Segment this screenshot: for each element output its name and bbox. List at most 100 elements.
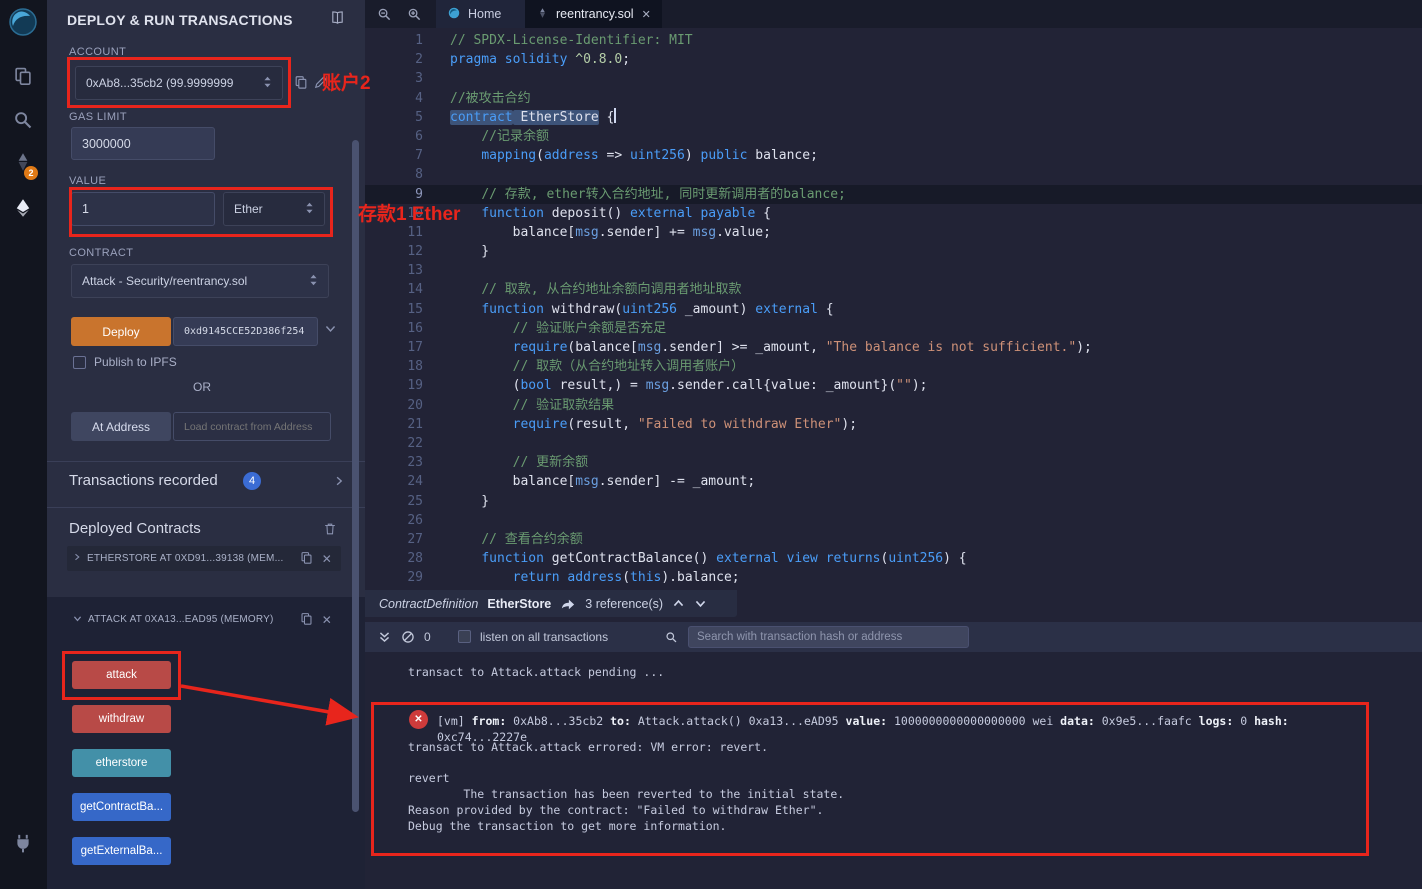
- file-explorer-icon[interactable]: [13, 66, 35, 88]
- chevron-down-icon[interactable]: [73, 614, 82, 626]
- code-token: deposit(): [543, 205, 631, 221]
- line-number: 22: [407, 435, 423, 451]
- code-token: address: [567, 570, 623, 586]
- publish-ipfs-checkbox[interactable]: [73, 356, 86, 369]
- code-token: external: [716, 551, 779, 567]
- deployed-attack-row[interactable]: ATTACK AT 0XA13...EAD95 (MEMORY) ✕: [67, 607, 341, 632]
- error-icon[interactable]: ✕: [409, 710, 428, 729]
- expand-terminal-icon[interactable]: [378, 622, 391, 652]
- divider: [47, 507, 365, 508]
- code-token: ;: [622, 52, 631, 68]
- chevron-right-icon[interactable]: [333, 474, 345, 492]
- code-token: "The balance is not sufficient.": [825, 340, 1077, 355]
- attack-function-button[interactable]: attack: [72, 661, 171, 689]
- code-token: // 存款, ether转入合约地址, 同时更新调用者的balance;: [481, 186, 846, 202]
- trash-icon[interactable]: [323, 522, 337, 541]
- tab-reentrancy-sol[interactable]: reentrancy.sol ✕: [525, 0, 662, 28]
- at-address-button[interactable]: At Address: [71, 412, 171, 441]
- chevron-up-icon[interactable]: [672, 597, 685, 610]
- value-input[interactable]: [71, 192, 215, 226]
- deploy-address-input[interactable]: [173, 317, 318, 346]
- chevron-down-icon[interactable]: [324, 322, 337, 340]
- etherstore-function-button[interactable]: etherstore: [72, 749, 171, 777]
- code-token: result,) =: [551, 378, 646, 394]
- chevron-right-icon[interactable]: [73, 553, 81, 564]
- close-icon[interactable]: ✕: [322, 552, 332, 566]
- plugin-manager-icon[interactable]: [13, 833, 35, 855]
- editor-tabbar: Home reentrancy.sol ✕: [365, 0, 1422, 28]
- deploy-button[interactable]: Deploy: [71, 317, 171, 346]
- copy-account-icon[interactable]: [294, 75, 308, 94]
- contract-label: CONTRACT: [69, 247, 134, 259]
- zoom-in-icon[interactable]: [407, 7, 422, 27]
- code-content: //记录余额: [450, 127, 1422, 146]
- code-content: // 验证取款结果: [450, 396, 1422, 415]
- line-number: 15: [407, 301, 423, 317]
- line-number: 27: [407, 531, 423, 547]
- deploy-run-icon[interactable]: [13, 198, 35, 220]
- contract-select[interactable]: Attack - Security/reentrancy.sol: [71, 264, 329, 298]
- summary-field-value: 1000000000000000000 wei: [887, 714, 1061, 728]
- value-unit-select[interactable]: Ether: [223, 192, 325, 226]
- getExternalBa-function-button[interactable]: getExternalBa...: [72, 837, 171, 865]
- value-label: VALUE: [69, 175, 107, 187]
- code-line: 6 //记录余额: [365, 127, 1422, 146]
- references-count[interactable]: 3 reference(s): [585, 597, 663, 611]
- code-token: ).balance;: [661, 570, 740, 586]
- code-token: //记录余额: [481, 128, 549, 144]
- copy-address-icon[interactable]: [300, 612, 313, 628]
- line-number: 12: [407, 244, 423, 260]
- code-line: 3: [365, 69, 1422, 88]
- code-token: function: [481, 551, 544, 567]
- clear-console-icon[interactable]: [401, 622, 415, 652]
- chevron-down-icon[interactable]: [694, 597, 707, 610]
- publish-ipfs-label: Publish to IPFS: [94, 355, 177, 369]
- code-token: {: [817, 301, 834, 317]
- code-token: public: [700, 148, 748, 164]
- gas-limit-input[interactable]: [71, 127, 215, 160]
- edit-account-icon[interactable]: [314, 75, 328, 94]
- code-editor[interactable]: 1 // SPDX-License-Identifier: MIT 2 pragma …: [365, 28, 1422, 622]
- revert-detail-line: Debug the transaction to get more inform…: [408, 819, 727, 833]
- code-content: [450, 69, 1422, 88]
- code-content: require(balance[msg.sender] >= _amount, …: [450, 338, 1422, 357]
- code-line: 23 // 更新余额: [365, 453, 1422, 472]
- terminal-search-input[interactable]: [688, 626, 969, 648]
- zoom-out-icon[interactable]: [377, 7, 392, 27]
- code-content: function getContractBalance() external v…: [450, 549, 1422, 568]
- getContractBa-function-button[interactable]: getContractBa...: [72, 793, 171, 821]
- code-token: view: [786, 551, 818, 567]
- pending-transaction-line: transact to Attack.attack pending ...: [408, 665, 665, 679]
- code-line: 19 (bool result,) = msg.sender.call{valu…: [365, 376, 1422, 395]
- divider: [47, 461, 365, 462]
- panel-scrollbar[interactable]: [352, 140, 359, 812]
- remix-logo-icon[interactable]: [7, 6, 39, 43]
- code-line: 7 mapping(address => uint256) public bal…: [365, 146, 1422, 165]
- account-select[interactable]: 0xAb8...35cb2 (99.9999999: [75, 66, 283, 100]
- code-token: require: [512, 416, 568, 432]
- code-token: pragma: [450, 52, 497, 68]
- book-icon[interactable]: [330, 10, 345, 30]
- line-number: 13: [407, 263, 423, 279]
- tab-home[interactable]: Home: [436, 0, 525, 28]
- code-line: 8: [365, 165, 1422, 184]
- search-icon[interactable]: [13, 110, 35, 132]
- withdraw-function-button[interactable]: withdraw: [72, 705, 171, 733]
- close-icon[interactable]: ✕: [322, 613, 332, 627]
- deployed-etherstore-row[interactable]: ETHERSTORE AT 0XD91...39138 (MEM... ✕: [67, 546, 341, 571]
- listen-transactions-checkbox[interactable]: [458, 630, 471, 643]
- line-number: 23: [407, 455, 423, 471]
- close-tab-icon[interactable]: ✕: [642, 8, 651, 21]
- code-token: =>: [598, 148, 631, 164]
- line-number: 10: [407, 205, 423, 221]
- go-to-definition-icon[interactable]: [560, 597, 576, 611]
- line-number: 5: [415, 109, 423, 125]
- at-address-input[interactable]: [173, 412, 331, 441]
- terminal-output[interactable]: transact to Attack.attack pending ... ✕ …: [365, 652, 1422, 889]
- stepper-icon: [309, 273, 318, 290]
- copy-address-icon[interactable]: [300, 551, 313, 567]
- code-token: msg: [575, 224, 599, 240]
- code-token: msg: [637, 340, 662, 355]
